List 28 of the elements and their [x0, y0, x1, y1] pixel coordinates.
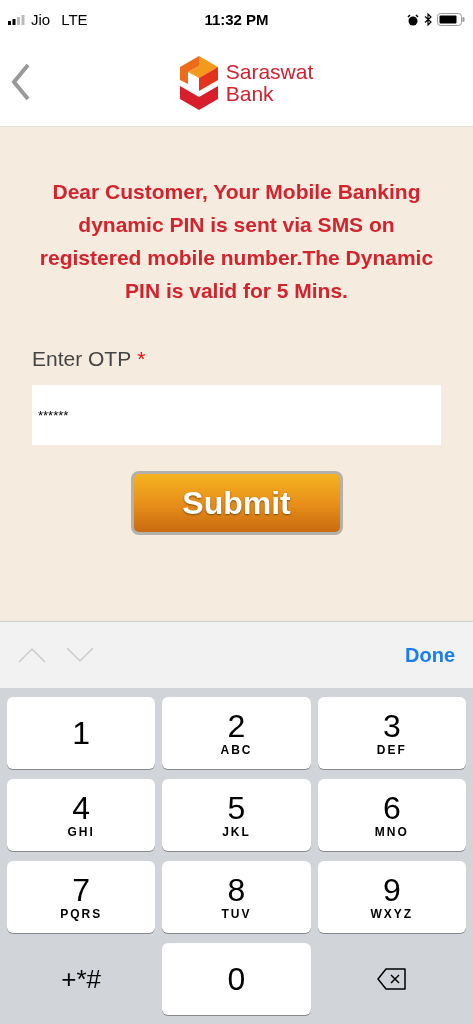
keypad-key[interactable]: 3 DEF	[317, 697, 466, 769]
keypad-key[interactable]: 9 WXYZ	[317, 861, 466, 933]
battery-icon	[437, 13, 465, 27]
status-time: 11:32 PM	[204, 11, 269, 29]
backspace-icon[interactable]	[376, 968, 407, 990]
otp-field[interactable]: ******	[32, 385, 441, 446]
carrier-name: Jio	[31, 11, 51, 29]
network-type: LTE	[61, 11, 88, 29]
keypad-key[interactable]: 1	[7, 697, 156, 769]
logo-icon	[179, 55, 218, 110]
keypad-key[interactable]: 7 PQRS	[7, 861, 156, 933]
keypad-key[interactable]: 2 ABC	[162, 697, 311, 769]
keypad-key[interactable]: 6 MNO	[317, 779, 466, 851]
bluetooth-icon	[424, 13, 432, 27]
bank-name: Bank	[225, 82, 275, 105]
keypad-key[interactable]: 0	[162, 943, 311, 1015]
keypad-key[interactable]: 4 GHI	[7, 779, 156, 851]
bank-name: Saraswat	[225, 60, 314, 83]
symbols-key[interactable]: +*#	[7, 943, 156, 1015]
keypad-key[interactable]: 8 TUV	[162, 861, 311, 933]
back-icon[interactable]	[10, 61, 32, 102]
alarm-clock-icon	[407, 13, 419, 26]
signal-icon	[8, 14, 26, 25]
keypad-key[interactable]: 5 JKL	[162, 779, 311, 851]
done-button[interactable]: Done	[405, 643, 455, 667]
field-label: Enter OTP	[32, 347, 132, 372]
required-mark: *	[137, 347, 146, 372]
info-message: Dear Customer, Your Mobile Banking dynamic PIN is sent via SMS on registered mobile number.The Dynamic PIN is valid for 5 Mins.	[38, 179, 435, 305]
